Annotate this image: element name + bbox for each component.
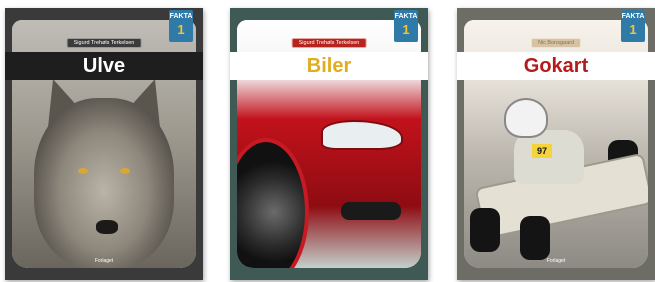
- book-cover-biler[interactable]: FAKTA 1 Sigurd Trehøls Terkelsen Biler: [230, 8, 428, 280]
- book-cover-ulve[interactable]: FAKTA 1 Sigurd Trehøls Terkelsen Ulve Fo…: [5, 8, 203, 280]
- author-label: Sigurd Trehøls Terkelsen: [66, 38, 142, 48]
- publisher-label: Forlaget: [94, 258, 114, 264]
- author-label: Nic Bonsgaard: [530, 38, 582, 48]
- book-title: Gokart: [457, 52, 655, 80]
- kart-wheel: [520, 216, 550, 260]
- wolf-head: [34, 98, 174, 268]
- book-cover-gokart[interactable]: 97 FAKTA 1 Nic Bonsgaard Gokart Forlaget: [457, 8, 655, 280]
- book-title: Biler: [230, 52, 428, 80]
- wolf-eye-left: [78, 168, 88, 174]
- fakta-word: FAKTA: [169, 13, 193, 20]
- driver-helmet: [504, 98, 548, 138]
- book-title: Ulve: [5, 52, 203, 80]
- publisher-label: Forlaget: [546, 258, 566, 264]
- fakta-word: FAKTA: [394, 13, 418, 20]
- fakta-badge: FAKTA 1: [169, 10, 193, 42]
- wolf-eye-right: [120, 168, 130, 174]
- kart-number-plate: 97: [532, 144, 552, 158]
- car-grill: [341, 202, 401, 220]
- author-label: Sigurd Trehøls Terkelsen: [291, 38, 367, 48]
- fakta-badge: FAKTA 1: [394, 10, 418, 42]
- wolf-nose: [96, 220, 118, 234]
- fakta-level: 1: [629, 22, 637, 37]
- fakta-badge: FAKTA 1: [621, 10, 645, 42]
- kart-wheel: [470, 208, 500, 252]
- fakta-level: 1: [402, 22, 410, 37]
- fakta-word: FAKTA: [621, 13, 645, 20]
- fakta-level: 1: [177, 22, 185, 37]
